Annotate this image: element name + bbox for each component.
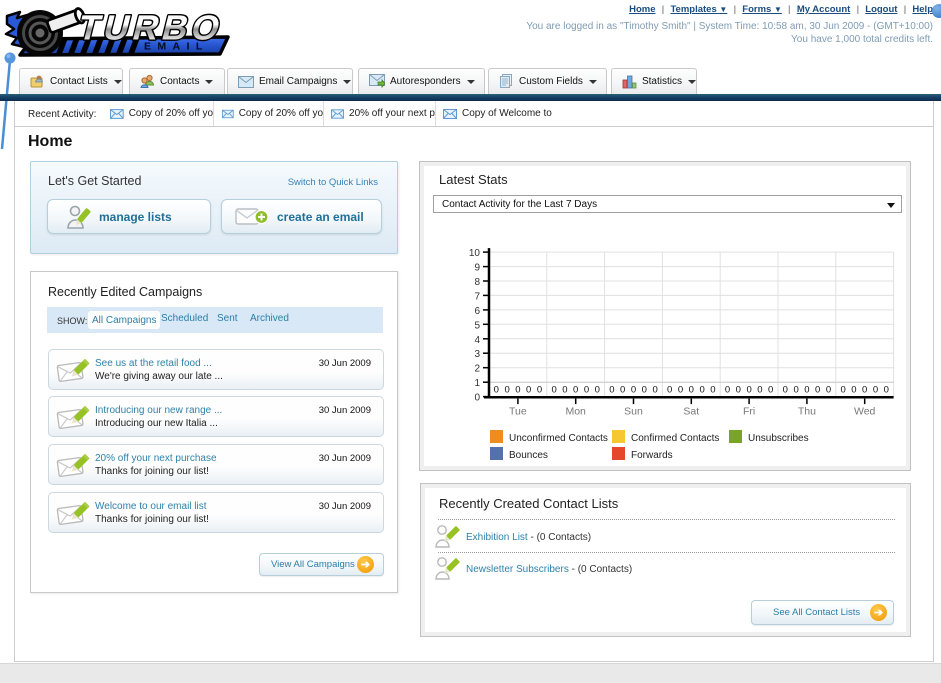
svg-text:0: 0 (584, 385, 589, 396)
svg-text:Sat: Sat (683, 406, 699, 418)
svg-text:0: 0 (725, 385, 730, 396)
svg-text:Fri: Fri (743, 406, 755, 418)
svg-text:Unconfirmed Contacts: Unconfirmed Contacts (509, 433, 608, 444)
svg-text:0: 0 (537, 385, 542, 396)
svg-text:0: 0 (689, 385, 694, 396)
svg-text:0: 0 (551, 385, 556, 396)
svg-text:0: 0 (595, 385, 600, 396)
svg-text:10: 10 (469, 248, 481, 259)
svg-text:4: 4 (474, 335, 480, 346)
svg-text:0: 0 (620, 385, 625, 396)
svg-text:0: 0 (793, 385, 798, 396)
svg-text:0: 0 (736, 385, 741, 396)
svg-text:0: 0 (526, 385, 531, 396)
svg-text:Thu: Thu (798, 406, 816, 418)
svg-text:9: 9 (474, 263, 480, 274)
svg-text:0: 0 (840, 385, 845, 396)
svg-text:0: 0 (609, 385, 614, 396)
svg-text:7: 7 (474, 291, 480, 302)
svg-text:0: 0 (783, 385, 788, 396)
svg-text:0: 0 (826, 385, 831, 396)
svg-text:Tue: Tue (509, 406, 527, 418)
svg-text:0: 0 (678, 385, 683, 396)
svg-text:0: 0 (562, 385, 567, 396)
svg-text:0: 0 (504, 385, 509, 396)
svg-text:Forwards: Forwards (631, 450, 673, 461)
svg-text:Bounces: Bounces (509, 450, 548, 461)
svg-text:0: 0 (757, 385, 762, 396)
svg-text:3: 3 (474, 349, 480, 360)
svg-text:TURBO: TURBO (74, 8, 228, 47)
svg-text:0: 0 (851, 385, 856, 396)
svg-text:0: 0 (515, 385, 520, 396)
svg-text:0: 0 (710, 385, 715, 396)
svg-text:0: 0 (494, 385, 499, 396)
svg-text:Confirmed Contacts: Confirmed Contacts (631, 433, 719, 444)
svg-text:Sun: Sun (624, 406, 643, 418)
svg-text:0: 0 (873, 385, 878, 396)
svg-text:8: 8 (474, 277, 480, 288)
svg-text:Wed: Wed (854, 406, 876, 418)
svg-text:2: 2 (474, 364, 480, 375)
svg-text:0: 0 (642, 385, 647, 396)
svg-text:0: 0 (474, 393, 480, 404)
svg-text:0: 0 (804, 385, 809, 396)
svg-text:0: 0 (884, 385, 889, 396)
svg-text:0: 0 (652, 385, 657, 396)
svg-text:0: 0 (768, 385, 773, 396)
svg-text:Unsubscribes: Unsubscribes (748, 433, 809, 444)
svg-text:0: 0 (667, 385, 672, 396)
svg-text:0: 0 (746, 385, 751, 396)
svg-text:6: 6 (474, 306, 480, 317)
svg-text:5: 5 (474, 320, 480, 331)
svg-text:0: 0 (573, 385, 578, 396)
svg-text:0: 0 (815, 385, 820, 396)
svg-text:1: 1 (474, 378, 480, 389)
svg-text:0: 0 (699, 385, 704, 396)
svg-text:Mon: Mon (565, 406, 586, 418)
svg-text:0: 0 (631, 385, 636, 396)
svg-text:0: 0 (862, 385, 867, 396)
